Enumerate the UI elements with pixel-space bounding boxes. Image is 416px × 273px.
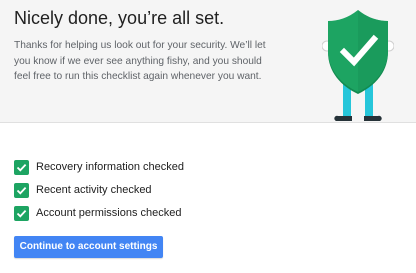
checklist-item-permissions: Account permissions checked [14, 204, 314, 227]
description-line: Thanks for helping us look out for your … [14, 40, 266, 51]
checklist-item-recovery: Recovery information checked [14, 158, 314, 181]
description-line: you know if we ever see anything fishy, … [14, 55, 262, 67]
checklist-item-label: Account permissions checked [36, 207, 182, 219]
checklist-item-label: Recent activity checked [36, 184, 152, 196]
checklist-item-activity: Recent activity checked [14, 181, 314, 204]
checkmark-icon [14, 183, 29, 198]
shield-checkmark-icon [321, 8, 395, 124]
page-description: Thanks for helping us look out for your … [14, 38, 284, 85]
page-title: Nicely done, you’re all set. [14, 8, 225, 28]
checklist-item-label: Recovery information checked [36, 161, 184, 173]
section-divider [0, 122, 416, 123]
header-panel: Nicely done, you’re all set. Thanks for … [0, 0, 416, 122]
description-line: feel free to run this checklist again wh… [14, 71, 262, 82]
security-checklist: Recovery information checked Recent acti… [14, 158, 314, 227]
checkmark-icon [14, 160, 29, 175]
continue-to-account-settings-button[interactable]: Continue to account settings [14, 236, 163, 258]
checkmark-icon [14, 206, 29, 221]
